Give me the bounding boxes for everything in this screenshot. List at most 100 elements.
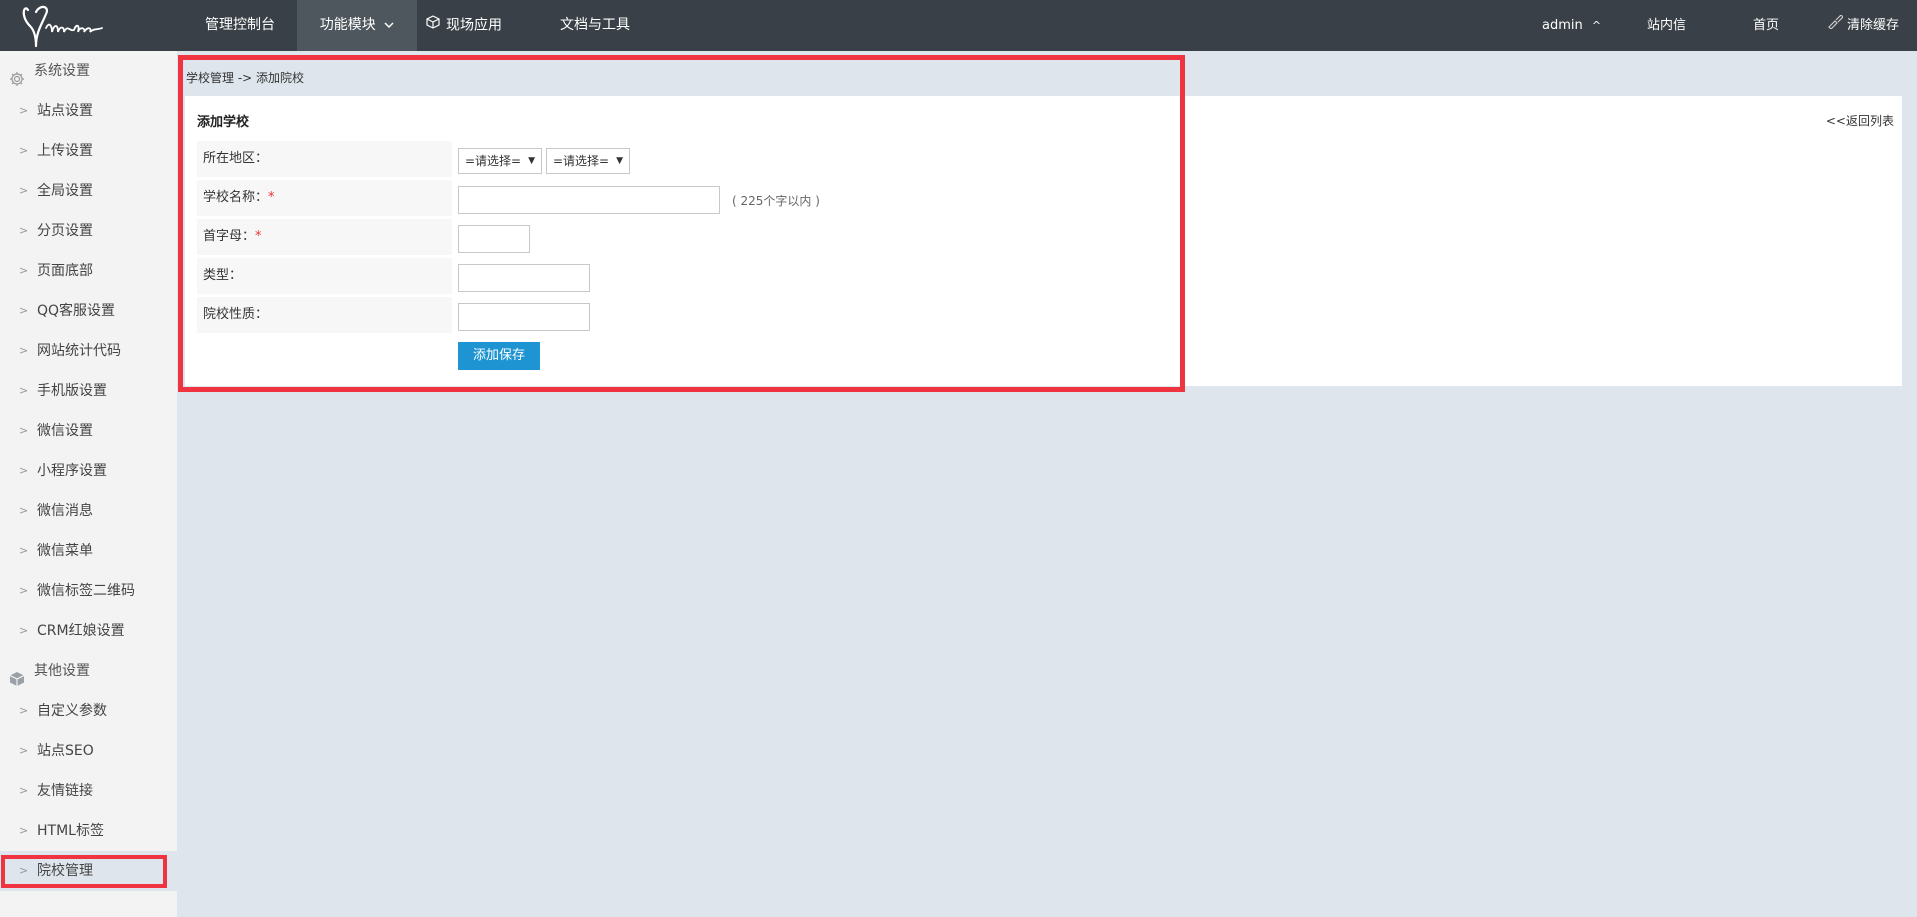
nav-docs-tools-label: 文档与工具 xyxy=(560,17,630,33)
user-menu[interactable]: admin ^ xyxy=(1542,0,1601,51)
chevron-right-icon: > xyxy=(19,504,29,517)
messages-link[interactable]: 站内信 xyxy=(1647,0,1686,51)
sidebar-item-friend-links[interactable]: > 友情链接 xyxy=(0,771,177,811)
nature-row-label: 院校性质： xyxy=(197,297,452,333)
sidebar-item-label: 微信消息 xyxy=(37,503,93,519)
clear-cache-label: 清除缓存 xyxy=(1847,18,1900,33)
sidebar-item-site-settings[interactable]: > 站点设置 xyxy=(0,91,177,131)
sidebar-item-wechat-menu[interactable]: > 微信菜单 xyxy=(0,531,177,571)
sidebar-item-global-settings[interactable]: > 全局设置 xyxy=(0,171,177,211)
school-name-row-label: 学校名称：* xyxy=(197,180,452,216)
sidebar-item-stats-code[interactable]: > 网站统计代码 xyxy=(0,331,177,371)
sidebar-item-wechat-messages[interactable]: > 微信消息 xyxy=(0,491,177,531)
province-select[interactable]: =请选择= ▼ xyxy=(458,148,542,174)
chevron-right-icon: > xyxy=(19,704,29,717)
nav-docs-tools[interactable]: 文档与工具 xyxy=(560,0,630,51)
chevron-right-icon: > xyxy=(19,584,29,597)
sidebar-item-label: 友情链接 xyxy=(37,783,93,799)
initial-label: 首字母：* xyxy=(203,219,262,255)
region-label: 所在地区： xyxy=(203,151,269,166)
province-select-value: =请选择= xyxy=(465,154,522,168)
chevron-right-icon: > xyxy=(19,304,29,317)
gear-icon xyxy=(9,63,25,86)
nav-dashboard[interactable]: 管理控制台 xyxy=(182,0,298,51)
city-select[interactable]: =请选择= ▼ xyxy=(546,148,630,174)
chevron-right-icon: > xyxy=(19,624,29,637)
chevron-right-icon: > xyxy=(19,464,29,477)
chevron-right-icon: > xyxy=(19,384,29,397)
chevron-right-icon: > xyxy=(19,424,29,437)
sidebar-item-paging-settings[interactable]: > 分页设置 xyxy=(0,211,177,251)
school-name-label-text: 学校名称： xyxy=(203,190,269,205)
sidebar: 系统设置 > 站点设置 > 上传设置 > 全局设置 > 分页设置 > 页面底部 > QQ客服… xyxy=(0,51,177,917)
sidebar-item-wechat-qrcode[interactable]: > 微信标签二维码 xyxy=(0,571,177,611)
sidebar-item-label: 页面底部 xyxy=(37,263,93,279)
chevron-right-icon: > xyxy=(19,184,29,197)
chevron-right-icon: > xyxy=(19,864,29,877)
nav-live-apps-label: 现场应用 xyxy=(446,17,502,34)
sidebar-item-label: 微信菜单 xyxy=(37,543,93,559)
sidebar-item-label: 上传设置 xyxy=(37,143,93,159)
sidebar-item-miniprogram-settings[interactable]: > 小程序设置 xyxy=(0,451,177,491)
sidebar-item-qq-service[interactable]: > QQ客服设置 xyxy=(0,291,177,331)
sidebar-item-mobile-settings[interactable]: > 手机版设置 xyxy=(0,371,177,411)
type-label: 类型： xyxy=(203,268,243,283)
nav-modules[interactable]: 功能模块 xyxy=(297,0,417,51)
chevron-up-icon: ^ xyxy=(1591,19,1602,32)
sidebar-item-site-seo[interactable]: > 站点SEO xyxy=(0,731,177,771)
brand-logo[interactable] xyxy=(22,2,122,50)
initial-input[interactable] xyxy=(458,225,530,253)
broom-icon xyxy=(1827,0,1844,51)
school-name-label: 学校名称：* xyxy=(203,180,275,216)
sidebar-item-page-footer[interactable]: > 页面底部 xyxy=(0,251,177,291)
chevron-right-icon: > xyxy=(19,784,29,797)
add-school-panel: 添加学校 <<返回列表 所在地区： =请选择= ▼ =请选择= ▼ 学校名称：*… xyxy=(185,96,1902,386)
sidebar-item-wechat-settings[interactable]: > 微信设置 xyxy=(0,411,177,451)
nav-dashboard-label: 管理控制台 xyxy=(205,17,275,33)
chevron-right-icon: > xyxy=(19,264,29,277)
sidebar-item-label: 小程序设置 xyxy=(37,463,107,479)
home-link[interactable]: 首页 xyxy=(1753,0,1779,51)
chevron-down-icon xyxy=(384,0,394,51)
sidebar-item-label: QQ客服设置 xyxy=(37,303,116,319)
sidebar-item-label: 站点SEO xyxy=(37,743,94,759)
sidebar-item-label: 自定义参数 xyxy=(37,703,107,719)
initial-label-text: 首字母： xyxy=(203,229,256,244)
home-label: 首页 xyxy=(1753,18,1780,33)
sidebar-item-label: 全局设置 xyxy=(37,183,93,199)
sidebar-item-html-tags[interactable]: > HTML标签 xyxy=(0,811,177,851)
caret-down-icon: ▼ xyxy=(616,156,623,166)
school-name-input[interactable] xyxy=(458,186,720,214)
cube-icon xyxy=(9,663,25,686)
sidebar-item-label: HTML标签 xyxy=(37,823,104,839)
sidebar-group-label: 系统设置 xyxy=(34,63,90,79)
sidebar-group-other-settings[interactable]: 其他设置 xyxy=(0,651,177,691)
nav-live-apps[interactable]: 现场应用 xyxy=(426,0,502,51)
type-input[interactable] xyxy=(458,264,590,292)
breadcrumb-text: 学校管理 -> 添加院校 xyxy=(186,71,305,85)
clear-cache-button[interactable]: 清除缓存 xyxy=(1827,0,1899,51)
sidebar-item-label: 微信设置 xyxy=(37,423,93,439)
sidebar-item-custom-params[interactable]: > 自定义参数 xyxy=(0,691,177,731)
city-select-value: =请选择= xyxy=(553,154,610,168)
sidebar-item-school-management[interactable]: > 院校管理 xyxy=(0,851,177,891)
sidebar-item-crm-settings[interactable]: > CRM红娘设置 xyxy=(0,611,177,651)
add-save-button[interactable]: 添加保存 xyxy=(458,342,540,370)
sidebar-item-label: 手机版设置 xyxy=(37,383,107,399)
caret-down-icon: ▼ xyxy=(528,156,535,166)
nav-modules-label: 功能模块 xyxy=(319,17,376,33)
back-to-list-link[interactable]: <<返回列表 xyxy=(1826,112,1894,129)
username: admin xyxy=(1542,18,1583,33)
sidebar-group-system-settings[interactable]: 系统设置 xyxy=(0,51,177,91)
sidebar-item-label: 院校管理 xyxy=(37,863,93,879)
vertical-scrollbar[interactable] xyxy=(1905,51,1917,917)
sidebar-item-label: 分页设置 xyxy=(37,223,93,239)
nature-input[interactable] xyxy=(458,303,590,331)
initial-row-label: 首字母：* xyxy=(197,219,452,255)
sidebar-item-upload-settings[interactable]: > 上传设置 xyxy=(0,131,177,171)
type-row-label: 类型： xyxy=(197,258,452,294)
sidebar-item-label: CRM红娘设置 xyxy=(37,623,125,639)
chevron-right-icon: > xyxy=(19,744,29,757)
sidebar-item-label: 微信标签二维码 xyxy=(37,583,135,599)
school-name-hint: ( 225个字以内 ) xyxy=(732,194,820,208)
